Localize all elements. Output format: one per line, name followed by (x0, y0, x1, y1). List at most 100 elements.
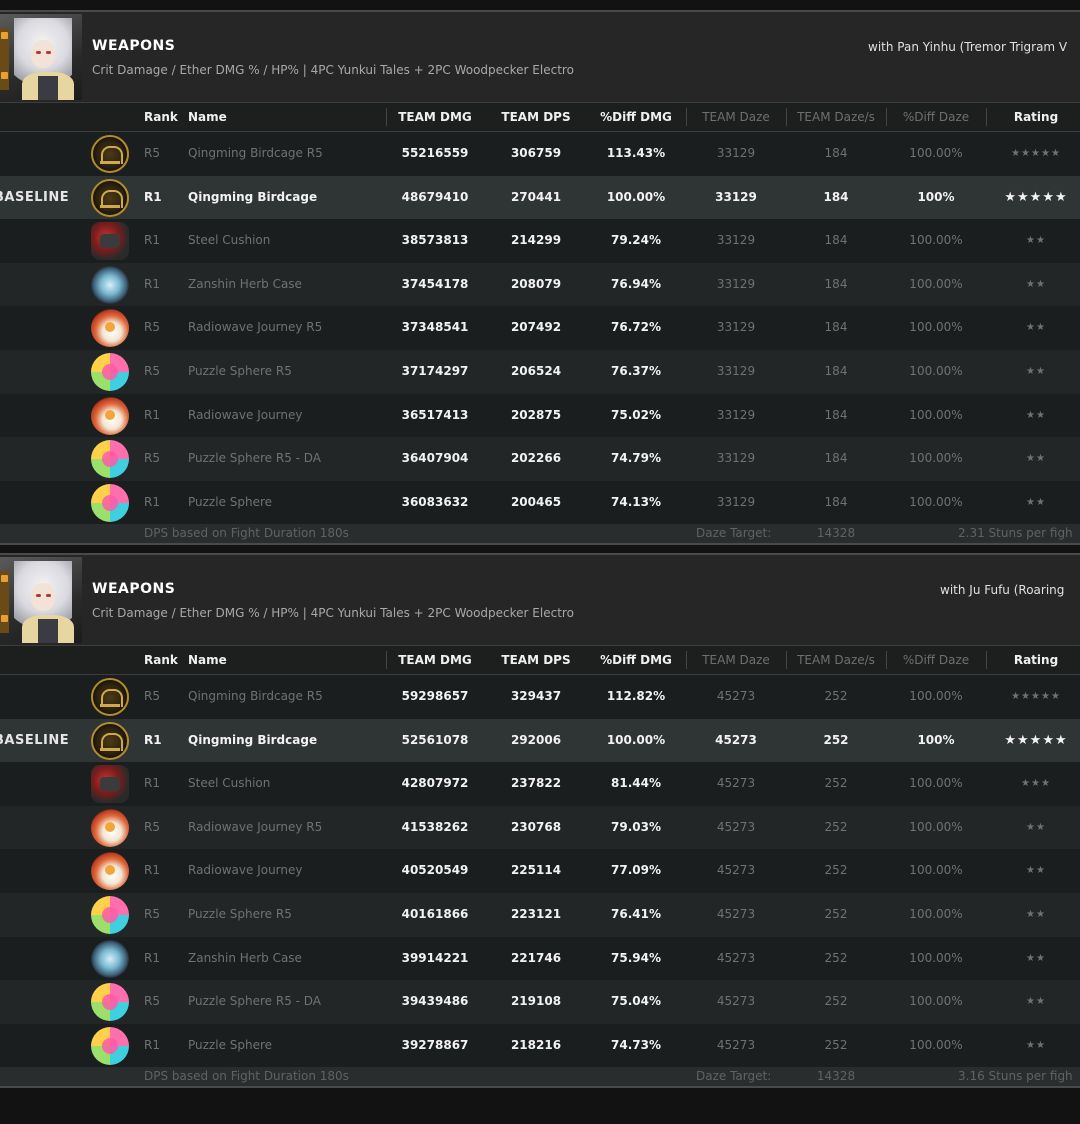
team-dps-cell: 206524 (510, 363, 562, 378)
birdcage-icon (91, 178, 129, 217)
table-row[interactable]: R5 Puzzle Sphere R5 40161866 223121 76.41% 45… (0, 892, 1080, 937)
team-dmg-cell: 52561078 (401, 732, 469, 747)
column-divider (786, 651, 787, 669)
portrait-eye (36, 51, 41, 54)
col-team-daze-s[interactable]: TEAM Daze/s (797, 646, 875, 674)
daze-target-value: 14328 (816, 526, 856, 541)
herb-case-icon (91, 939, 129, 978)
team-daze-s-cell: 252 (824, 819, 848, 834)
team-dps-cell: 202266 (510, 451, 562, 466)
team-daze-s-cell: 252 (824, 906, 848, 921)
table-row[interactable]: R1 Puzzle Sphere 36083632 200465 74.13% 33129… (0, 480, 1080, 525)
rating-stars: ★★ (1026, 453, 1046, 465)
team-dps-cell: 202875 (510, 407, 562, 422)
table-row-baseline[interactable]: BASELINE R1 Qingming Birdcage 52561078 29200… (0, 718, 1080, 763)
rating-stars: ★★ (1026, 322, 1046, 334)
col-diff-daze[interactable]: %Diff Daze (903, 646, 969, 674)
col-rank[interactable]: Rank (144, 646, 178, 674)
table-row[interactable]: R1 Steel Cushion 38573813 214299 79.24% 33129… (0, 219, 1080, 263)
col-diff-daze[interactable]: %Diff Daze (903, 103, 969, 131)
table-header: Rank Name TEAM DMG TEAM DPS %Diff DMG TE… (0, 645, 1080, 675)
column-divider (986, 651, 987, 669)
table-row[interactable]: R1 Radiowave Journey 40520549 225114 77.09% 4… (0, 849, 1080, 893)
table-row[interactable]: R5 Radiowave Journey R5 37348541 207492 76.7… (0, 306, 1080, 350)
diff-dmg-cell: 79.03% (611, 819, 661, 834)
col-rating[interactable]: Rating (1014, 103, 1058, 131)
col-team-daze[interactable]: TEAM Daze (702, 646, 770, 674)
rank-cell: R1 (144, 407, 160, 422)
team-dmg-cell: 36083632 (401, 494, 469, 509)
team-daze-s-cell: 252 (824, 863, 848, 878)
table-row[interactable]: R5 Puzzle Sphere R5 - DA 36407904 202266 74.… (0, 437, 1080, 481)
col-diff-dmg[interactable]: %Diff DMG (600, 646, 672, 674)
team-daze-s-cell: 252 (824, 776, 848, 791)
diff-dmg-cell: 100.00% (606, 732, 666, 747)
table-row-baseline[interactable]: BASELINE R1 Qingming Birdcage 48679410 27044… (0, 175, 1080, 220)
team-dmg-cell: 39278867 (401, 1037, 469, 1052)
col-team-daze-s[interactable]: TEAM Daze/s (797, 103, 875, 131)
table-row[interactable]: R5 Puzzle Sphere R5 - DA 39439486 219108 75.… (0, 980, 1080, 1024)
team-dmg-cell: 39914221 (401, 950, 469, 965)
table-row[interactable]: R5 Qingming Birdcage R5 59298657 329437 112.… (0, 675, 1080, 719)
rank-cell: R5 (144, 146, 160, 160)
diff-daze-cell: 100.00% (909, 776, 963, 791)
col-diff-dmg[interactable]: %Diff DMG (600, 103, 672, 131)
team-daze-s-cell: 252 (824, 950, 848, 965)
radiowave-icon (91, 852, 129, 891)
rank-cell: R5 (144, 689, 160, 703)
team-dmg-cell: 36407904 (401, 451, 469, 466)
table-row[interactable]: R1 Zanshin Herb Case 39914221 221746 75.94% 4… (0, 936, 1080, 981)
col-name[interactable]: Name (188, 646, 227, 674)
table-row[interactable]: R5 Puzzle Sphere R5 37174297 206524 76.37% 33… (0, 349, 1080, 394)
puzzle-sphere-icon (91, 983, 129, 1022)
team-dmg-cell: 36517413 (401, 407, 469, 422)
diff-dmg-cell: 81.44% (611, 776, 661, 791)
portrait-eye (36, 594, 41, 597)
diff-dmg-cell: 76.37% (611, 363, 661, 378)
col-rank[interactable]: Rank (144, 103, 178, 131)
diff-daze-cell: 100.00% (909, 906, 963, 921)
team-dps-cell: 200465 (510, 494, 562, 509)
rating-stars: ★★ (1026, 278, 1046, 290)
diff-daze-cell: 100.00% (909, 689, 963, 703)
col-team-daze[interactable]: TEAM Daze (702, 103, 770, 131)
col-name[interactable]: Name (188, 103, 227, 131)
table-row[interactable]: R5 Qingming Birdcage R5 55216559 306759 113.… (0, 132, 1080, 176)
table-row[interactable]: R5 Radiowave Journey R5 41538262 230768 79.0… (0, 805, 1080, 850)
weapon-name: Steel Cushion (188, 233, 271, 248)
col-rating[interactable]: Rating (1014, 646, 1058, 674)
team-daze-s-cell: 252 (823, 732, 849, 747)
team-dps-cell: 208079 (510, 276, 562, 291)
col-team-dps[interactable]: TEAM DPS (501, 103, 570, 131)
diff-daze-cell: 100.00% (909, 276, 963, 291)
col-team-dps[interactable]: TEAM DPS (501, 646, 570, 674)
portrait-badge-icon (1, 575, 8, 582)
diff-dmg-cell: 74.79% (611, 451, 661, 466)
col-team-dmg[interactable]: TEAM DMG (398, 646, 472, 674)
table-row[interactable]: R1 Puzzle Sphere 39278867 218216 74.73% 45273… (0, 1023, 1080, 1068)
radiowave-icon (91, 808, 129, 847)
daze-target-label: Daze Target: (696, 526, 772, 541)
col-team-dmg[interactable]: TEAM DMG (398, 103, 472, 131)
diff-dmg-cell: 75.94% (611, 950, 661, 965)
baseline-label: BASELINE (0, 189, 70, 205)
rank-cell: R1 (144, 863, 160, 878)
diff-dmg-cell: 75.02% (611, 407, 661, 422)
diff-dmg-cell: 100.00% (606, 189, 666, 204)
team-daze-cell: 33129 (716, 233, 756, 248)
rank-cell: R1 (144, 494, 160, 509)
panel-title: WEAPONS (92, 581, 176, 597)
team-daze-s-cell: 184 (824, 494, 848, 509)
table-row[interactable]: R1 Steel Cushion 42807972 237822 81.44% 45273… (0, 762, 1080, 806)
diff-dmg-cell: 76.94% (611, 276, 661, 291)
puzzle-sphere-icon (91, 483, 129, 522)
portrait-coat-inner (38, 76, 58, 100)
diff-daze-cell: 100.00% (909, 950, 963, 965)
table-row[interactable]: R1 Zanshin Herb Case 37454178 208079 76.94% 3… (0, 262, 1080, 307)
team-daze-s-cell: 184 (824, 407, 848, 422)
team-daze-cell: 33129 (716, 146, 756, 160)
team-dps-cell: 230768 (510, 819, 562, 834)
table-row[interactable]: R1 Radiowave Journey 36517413 202875 75.02% 3… (0, 393, 1080, 438)
team-daze-s-cell: 252 (824, 689, 848, 703)
weapon-name: Puzzle Sphere R5 (188, 906, 292, 921)
